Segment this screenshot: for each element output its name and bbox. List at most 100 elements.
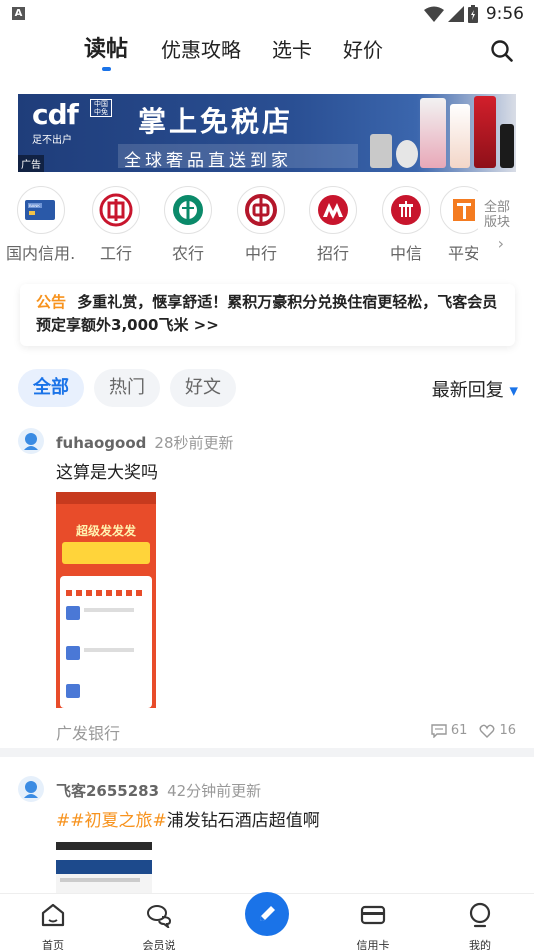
bank-item-abc[interactable]: 农行	[153, 186, 223, 264]
post-hashtag[interactable]: ##初夏之旅#	[56, 811, 167, 831]
image-line	[84, 608, 134, 612]
comment-icon	[431, 723, 447, 738]
nav-label: 信用卡	[356, 939, 390, 950]
chevron-right-icon[interactable]: ›	[498, 234, 504, 253]
announcement-card[interactable]: 公告 多重礼赏，惬享舒适！累积万豪积分兑换住宿更轻松，飞客会员预定享额外3,00…	[20, 284, 515, 346]
avatar	[18, 428, 44, 454]
all-boards-line1: 全部	[484, 200, 511, 215]
bank-card-icon: BANK	[17, 186, 65, 234]
caret-down-icon: ▼	[509, 384, 518, 398]
svg-text:BANK: BANK	[29, 203, 40, 208]
product-image	[420, 98, 446, 168]
image-line	[84, 648, 134, 652]
image-content-card	[60, 576, 152, 708]
post-timestamp: 42分钟前更新	[167, 782, 262, 800]
post-timestamp: 28秒前更新	[154, 434, 234, 452]
clock: 9:56	[485, 4, 524, 24]
all-boards-button[interactable]: 全部 版块	[484, 200, 520, 230]
like-icon[interactable]	[479, 724, 495, 738]
search-icon[interactable]	[490, 39, 514, 63]
product-image	[500, 124, 514, 168]
section-divider	[0, 748, 534, 757]
chip-all[interactable]: 全部	[18, 369, 84, 407]
image-status-strip	[56, 842, 152, 850]
nav-member-talk[interactable]: 会员说	[119, 902, 199, 950]
post-title-text: 浦发钻石酒店超值啊	[166, 811, 320, 831]
bank-item-domestic[interactable]: BANK 国内信用…	[6, 186, 76, 264]
bank-label: 平安	[448, 244, 478, 263]
sort-dropdown[interactable]: 最新回复 ▼	[432, 376, 518, 402]
abc-logo-icon	[164, 186, 212, 234]
post-author: 飞客2655283 42分钟前更新	[56, 780, 261, 801]
image-status-strip	[56, 492, 156, 504]
bank-item-citic[interactable]: 中信	[371, 186, 441, 264]
chip-hot[interactable]: 热门	[94, 369, 160, 407]
image-promo-strip	[62, 542, 150, 564]
tab-choose-card[interactable]: 选卡	[272, 36, 312, 64]
boc-logo-icon	[237, 186, 285, 234]
sort-label: 最新回复	[431, 380, 504, 401]
bank-label: 中行	[244, 244, 277, 263]
bank-item-icbc[interactable]: 工行	[81, 186, 151, 264]
nav-home[interactable]: 首页	[13, 902, 93, 950]
post-stats: 61 16	[431, 723, 516, 738]
comment-count: 61	[450, 723, 468, 738]
bank-item-pingan[interactable]: 平安	[438, 186, 478, 264]
author-name[interactable]: 飞客2655283	[56, 782, 159, 800]
bank-label: 招行	[316, 244, 349, 263]
banner-title: 掌上免税店	[138, 105, 294, 138]
pingan-logo-icon	[440, 186, 478, 234]
bank-item-cmb[interactable]: 招行	[298, 186, 368, 264]
feed-post[interactable]: fuhaogood 28秒前更新 这算是大奖吗 超级发发发 广发银行 61 16	[0, 426, 534, 746]
image-coupon	[66, 646, 80, 660]
banner-logo-subtitle: 足不出户	[32, 135, 72, 146]
tab-good-price[interactable]: 好价	[343, 36, 383, 64]
status-indicators: 9:56	[423, 4, 524, 24]
bank-label: 国内信用…	[6, 244, 76, 263]
cdf-logo-badge: 中国中免	[90, 99, 112, 117]
like-count: 16	[499, 723, 516, 738]
ad-banner[interactable]: cdf 中国中免 足不出户 掌上免税店 全球奢品直送到家 广告	[18, 94, 516, 172]
announcement-text: 多重礼赏，惬享舒适！累积万豪积分兑换住宿更轻松，飞客会员预定享额外3,000飞米…	[36, 293, 498, 334]
bank-label: 中信	[389, 244, 422, 263]
bank-label: 农行	[171, 244, 204, 263]
battery-icon	[467, 5, 478, 23]
cdf-logo: cdf	[32, 98, 79, 131]
nav-profile[interactable]: 我的	[440, 902, 520, 950]
bank-item-boc[interactable]: 中行	[226, 186, 296, 264]
ad-label: 广告	[18, 155, 44, 172]
image-banner	[56, 860, 152, 874]
feed-post[interactable]: 飞客2655283 42分钟前更新 ##初夏之旅#浦发钻石酒店超值啊	[0, 774, 534, 893]
author-name[interactable]: fuhaogood	[56, 434, 146, 452]
bank-boards-row: BANK 国内信用… 工行 农行 中行 招行 中信 平安	[0, 186, 534, 266]
nav-credit-card[interactable]: 信用卡	[333, 902, 413, 950]
chip-good-articles[interactable]: 好文	[170, 369, 236, 407]
active-tab-indicator	[102, 67, 111, 71]
product-image	[474, 96, 496, 168]
credit-card-icon	[360, 905, 386, 925]
post-title: 这算是大奖吗	[56, 463, 158, 483]
post-board-source[interactable]: 广发银行	[56, 720, 120, 744]
notification-icon: A	[12, 7, 25, 20]
announcement-tag: 公告	[36, 293, 67, 311]
post-image[interactable]: 超级发发发	[56, 492, 156, 708]
signal-icon	[447, 6, 464, 22]
tab-read-posts[interactable]: 读帖	[84, 36, 128, 64]
image-dots	[66, 590, 146, 596]
home-icon	[41, 903, 65, 927]
product-image	[370, 134, 392, 168]
tab-deals-guide[interactable]: 优惠攻略	[161, 36, 241, 64]
banner-slogan: 全球奢品直送到家	[124, 151, 292, 171]
bottom-nav: 首页 会员说 信用卡 我的	[0, 892, 534, 950]
citic-logo-icon	[382, 186, 430, 234]
compose-post-button[interactable]	[245, 892, 289, 936]
avatar	[18, 776, 44, 802]
post-author: fuhaogood 28秒前更新	[56, 432, 234, 453]
image-headline: 超级发发发	[75, 524, 136, 538]
product-image	[396, 140, 418, 168]
nav-label: 会员说	[142, 939, 176, 950]
status-bar: A 9:56	[0, 0, 534, 28]
product-image	[450, 104, 470, 168]
image-coupon	[66, 606, 80, 620]
post-image[interactable]	[56, 842, 152, 893]
